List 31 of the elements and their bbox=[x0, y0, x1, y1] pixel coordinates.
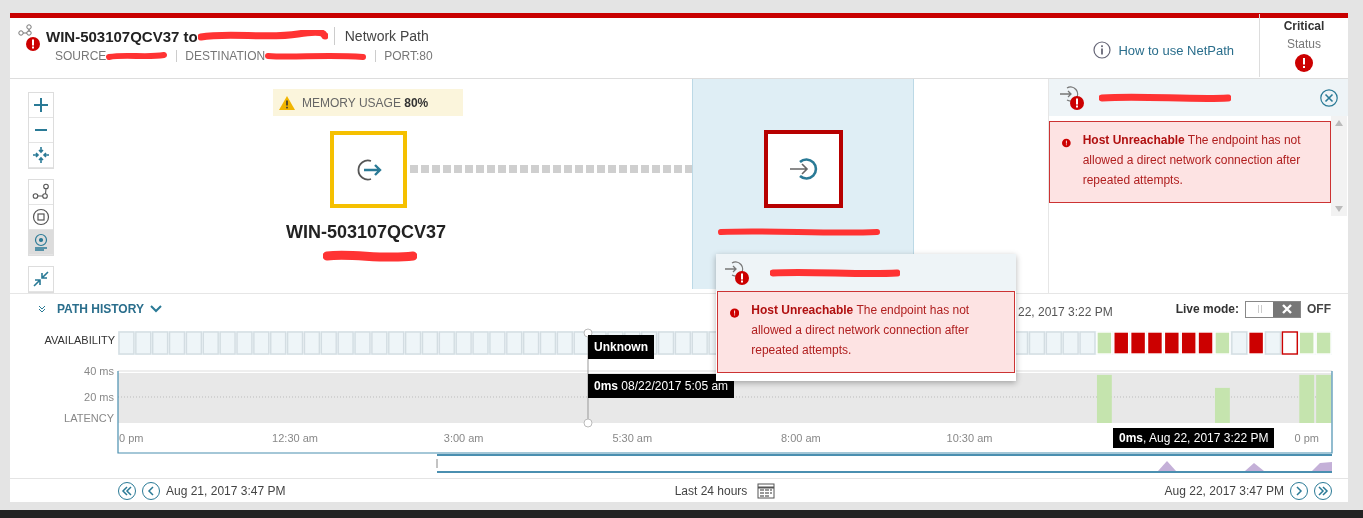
chart-tooltip: 0ms, Aug 22, 2017 3:22 PM bbox=[1113, 428, 1275, 448]
latency-label: LATENCY bbox=[64, 412, 114, 424]
y-tick-label: 20 ms bbox=[84, 391, 114, 403]
x-tick-label: 0 pm bbox=[1294, 432, 1319, 444]
availability-label: AVAILABILITY bbox=[44, 334, 115, 346]
node-name: WIN-503107QCV37 bbox=[286, 222, 447, 243]
source-label: SOURCE bbox=[55, 49, 107, 63]
destination-label: DESTINATION bbox=[185, 49, 266, 63]
time-label: 22, 2017 3:22 PM bbox=[1018, 305, 1113, 319]
x-tick-label: 5:30 am bbox=[612, 432, 653, 444]
y-tick-label: 40 ms bbox=[84, 365, 114, 377]
page-title: WIN-503107QCV37 to bbox=[46, 27, 198, 45]
range-label: Last 24 hours bbox=[674, 484, 748, 498]
live-mode-state: OFF bbox=[1307, 302, 1331, 316]
page-subtitle: Network Path bbox=[344, 28, 429, 44]
x-tick-label: 10:30 am bbox=[946, 432, 993, 444]
x-tick-label: 12:30 am bbox=[272, 432, 318, 444]
x-tick-label: 0 pm bbox=[119, 432, 144, 444]
port-label: PORT:80 bbox=[384, 49, 433, 63]
end-date: Aug 22, 2017 3:47 PM bbox=[1164, 484, 1284, 498]
start-date: Aug 21, 2017 3:47 PM bbox=[166, 484, 286, 498]
x-tick-label: 8:00 am bbox=[781, 432, 821, 444]
alert-message: Host Unreachable The endpoint has not allowed a direct network connection after repeated attempts. bbox=[751, 302, 971, 359]
memory-usage-text: MEMORY USAGE 80% bbox=[302, 95, 429, 110]
alert-message: Host Unreachable The endpoint has not allowed a direct network connection after repeated attempts. bbox=[1082, 132, 1302, 189]
status-value: Critical bbox=[1283, 19, 1325, 33]
x-tick-label: 3:00 am bbox=[443, 432, 484, 444]
live-mode-label: Live mode: bbox=[1175, 302, 1239, 316]
chart-tooltip: Unknown bbox=[588, 335, 654, 359]
chart-tooltip: 0ms 08/22/2017 5:05 am bbox=[588, 374, 735, 398]
status-label: Status bbox=[1287, 37, 1321, 51]
